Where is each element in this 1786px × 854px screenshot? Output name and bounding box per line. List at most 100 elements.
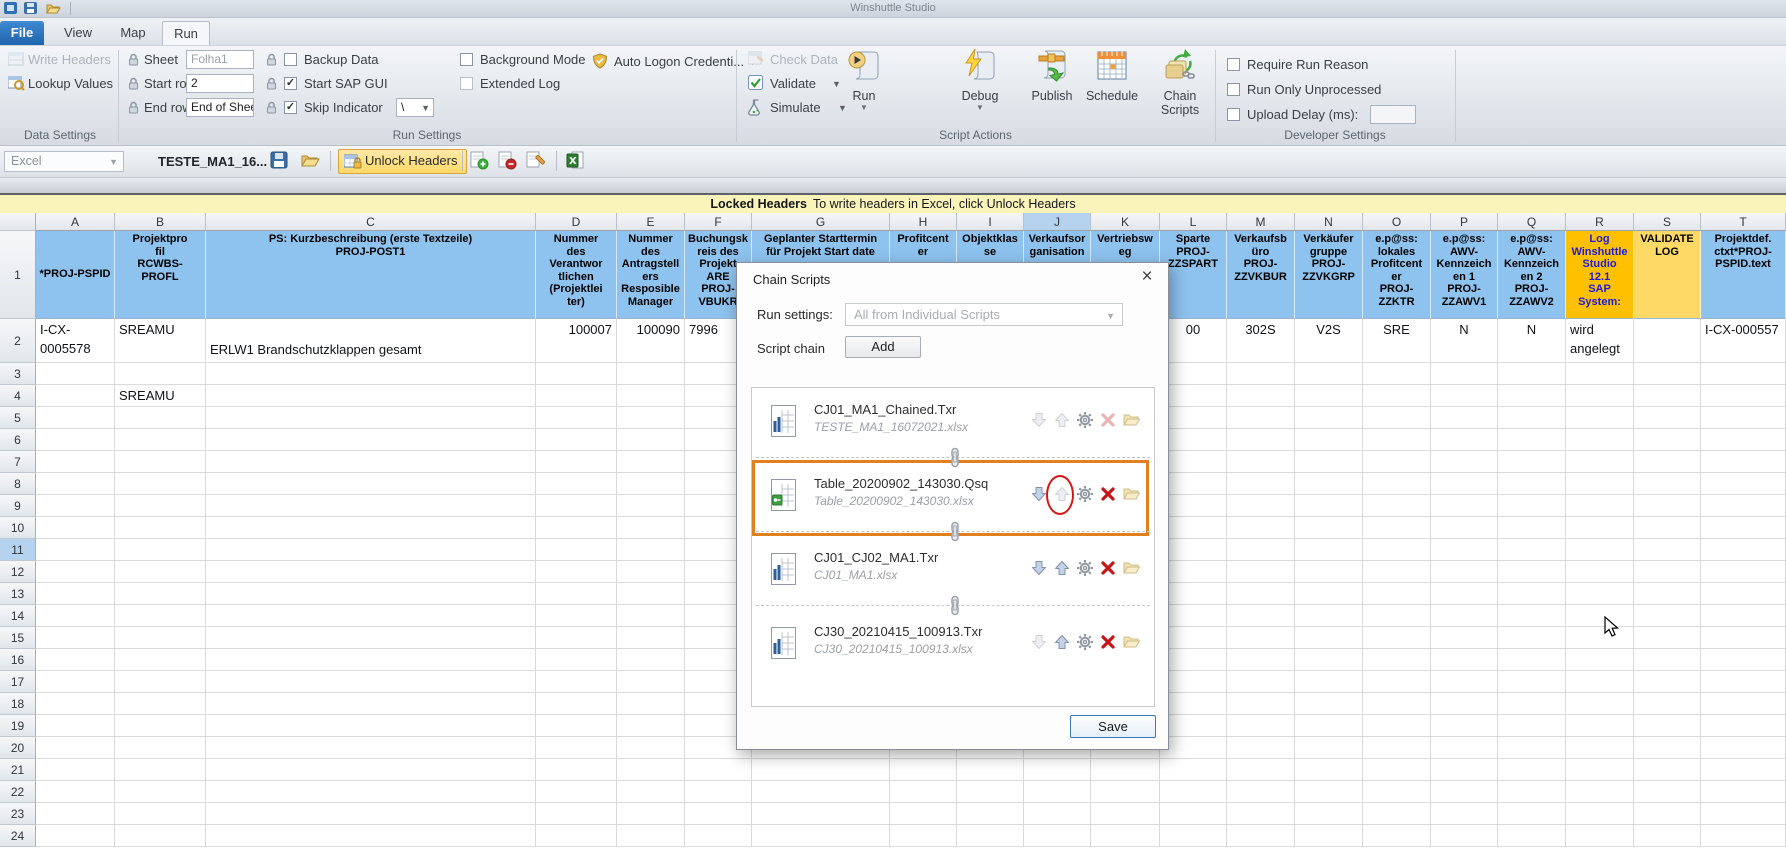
- cell[interactable]: [1295, 583, 1363, 605]
- cell[interactable]: [115, 605, 206, 627]
- cell[interactable]: [617, 561, 685, 583]
- cell[interactable]: [1363, 759, 1431, 781]
- cell[interactable]: [1431, 671, 1498, 693]
- cell[interactable]: [36, 429, 115, 451]
- cell[interactable]: [1701, 561, 1786, 583]
- row-number[interactable]: 4: [0, 385, 36, 407]
- save-button[interactable]: Save: [1070, 715, 1156, 738]
- cell[interactable]: [1295, 671, 1363, 693]
- cell[interactable]: [1024, 803, 1091, 825]
- cell[interactable]: [115, 737, 206, 759]
- chain-script-item[interactable]: CJ30_20210415_100913.TxrCJ30_20210415_10…: [752, 618, 1154, 668]
- cell[interactable]: [536, 627, 617, 649]
- cell[interactable]: [1363, 605, 1431, 627]
- start-row-input[interactable]: 2: [186, 74, 254, 93]
- cell[interactable]: 302S: [1227, 319, 1295, 363]
- header-cell-B[interactable]: Projektpro fil RCWBS- PROFL: [115, 231, 206, 319]
- upload-delay-input[interactable]: [1370, 105, 1416, 124]
- cell[interactable]: 100090: [617, 319, 685, 363]
- header-cell-P[interactable]: e.p@ss: AWV- Kennzeich en 1 PROJ- ZZAWV1: [1431, 231, 1498, 319]
- cell[interactable]: [1498, 451, 1566, 473]
- column-letter-P[interactable]: P: [1431, 213, 1498, 231]
- cell[interactable]: [617, 715, 685, 737]
- column-letter-E[interactable]: E: [617, 213, 685, 231]
- cell[interactable]: [1498, 671, 1566, 693]
- cell[interactable]: [1566, 473, 1634, 495]
- cell[interactable]: [1498, 649, 1566, 671]
- cell[interactable]: [1634, 319, 1701, 363]
- cell[interactable]: [206, 693, 536, 715]
- cell[interactable]: [1363, 649, 1431, 671]
- cell[interactable]: [1363, 473, 1431, 495]
- cell[interactable]: [1634, 429, 1701, 451]
- cell[interactable]: [1363, 363, 1431, 385]
- cell[interactable]: [36, 605, 115, 627]
- cell[interactable]: [115, 671, 206, 693]
- cell[interactable]: [1227, 759, 1295, 781]
- cell[interactable]: [1295, 693, 1363, 715]
- cell[interactable]: [1634, 649, 1701, 671]
- cell[interactable]: [1295, 407, 1363, 429]
- cell[interactable]: [36, 517, 115, 539]
- cell[interactable]: [1566, 693, 1634, 715]
- cell[interactable]: [36, 693, 115, 715]
- workbook-tab-label[interactable]: TESTE_MA1_16...: [158, 154, 267, 169]
- cell[interactable]: [1295, 429, 1363, 451]
- cell[interactable]: [1634, 539, 1701, 561]
- cell[interactable]: [1227, 583, 1295, 605]
- cell[interactable]: [36, 803, 115, 825]
- cell[interactable]: [206, 605, 536, 627]
- cell[interactable]: [536, 649, 617, 671]
- cell[interactable]: [617, 429, 685, 451]
- cell[interactable]: [1634, 495, 1701, 517]
- move-up-icon[interactable]: [1053, 633, 1071, 651]
- lookup-values-button[interactable]: Lookup Values: [28, 76, 113, 91]
- cell[interactable]: [1634, 583, 1701, 605]
- cell[interactable]: [1227, 473, 1295, 495]
- backup-data-checkbox[interactable]: [284, 53, 297, 66]
- column-letter-N[interactable]: N: [1295, 213, 1363, 231]
- cell[interactable]: [1566, 517, 1634, 539]
- cell[interactable]: [536, 803, 617, 825]
- run-only-unprocessed-checkbox[interactable]: [1227, 83, 1240, 96]
- cell[interactable]: [1363, 385, 1431, 407]
- column-letter-S[interactable]: S: [1634, 213, 1701, 231]
- cell[interactable]: [536, 759, 617, 781]
- open-folder-icon[interactable]: [1122, 633, 1140, 651]
- gear-icon[interactable]: [1076, 633, 1094, 651]
- cell[interactable]: [1431, 385, 1498, 407]
- cell[interactable]: [1160, 781, 1227, 803]
- schedule-button[interactable]: Schedule: [1082, 48, 1142, 126]
- cell[interactable]: [1363, 583, 1431, 605]
- cell[interactable]: wird angelegt: [1566, 319, 1634, 363]
- cell[interactable]: [115, 363, 206, 385]
- remove-document-icon[interactable]: [498, 151, 518, 171]
- cell[interactable]: [1091, 825, 1160, 847]
- cell[interactable]: [1701, 583, 1786, 605]
- require-run-reason-checkbox[interactable]: [1227, 58, 1240, 71]
- cell[interactable]: [115, 429, 206, 451]
- validate-button[interactable]: Validate: [770, 76, 816, 91]
- cell[interactable]: [1160, 803, 1227, 825]
- cell[interactable]: [1227, 671, 1295, 693]
- skip-indicator-checkbox[interactable]: [284, 101, 297, 114]
- cell[interactable]: [1363, 561, 1431, 583]
- cell[interactable]: [36, 825, 115, 847]
- cell[interactable]: [206, 363, 536, 385]
- cell[interactable]: [1498, 693, 1566, 715]
- cell[interactable]: [115, 583, 206, 605]
- cell[interactable]: [1566, 803, 1634, 825]
- cell[interactable]: [1227, 561, 1295, 583]
- open-folder-icon[interactable]: [1122, 485, 1140, 503]
- cell[interactable]: [115, 539, 206, 561]
- tab-run[interactable]: Run: [162, 21, 210, 45]
- cell[interactable]: [1227, 539, 1295, 561]
- cell[interactable]: [206, 583, 536, 605]
- unlock-headers-button[interactable]: Unlock Headers: [338, 149, 467, 174]
- cell[interactable]: [1295, 451, 1363, 473]
- cell[interactable]: [1160, 429, 1227, 451]
- cell[interactable]: [1566, 407, 1634, 429]
- cell[interactable]: [685, 803, 752, 825]
- end-row-input[interactable]: End of Shee: [186, 98, 254, 117]
- cell[interactable]: [1363, 517, 1431, 539]
